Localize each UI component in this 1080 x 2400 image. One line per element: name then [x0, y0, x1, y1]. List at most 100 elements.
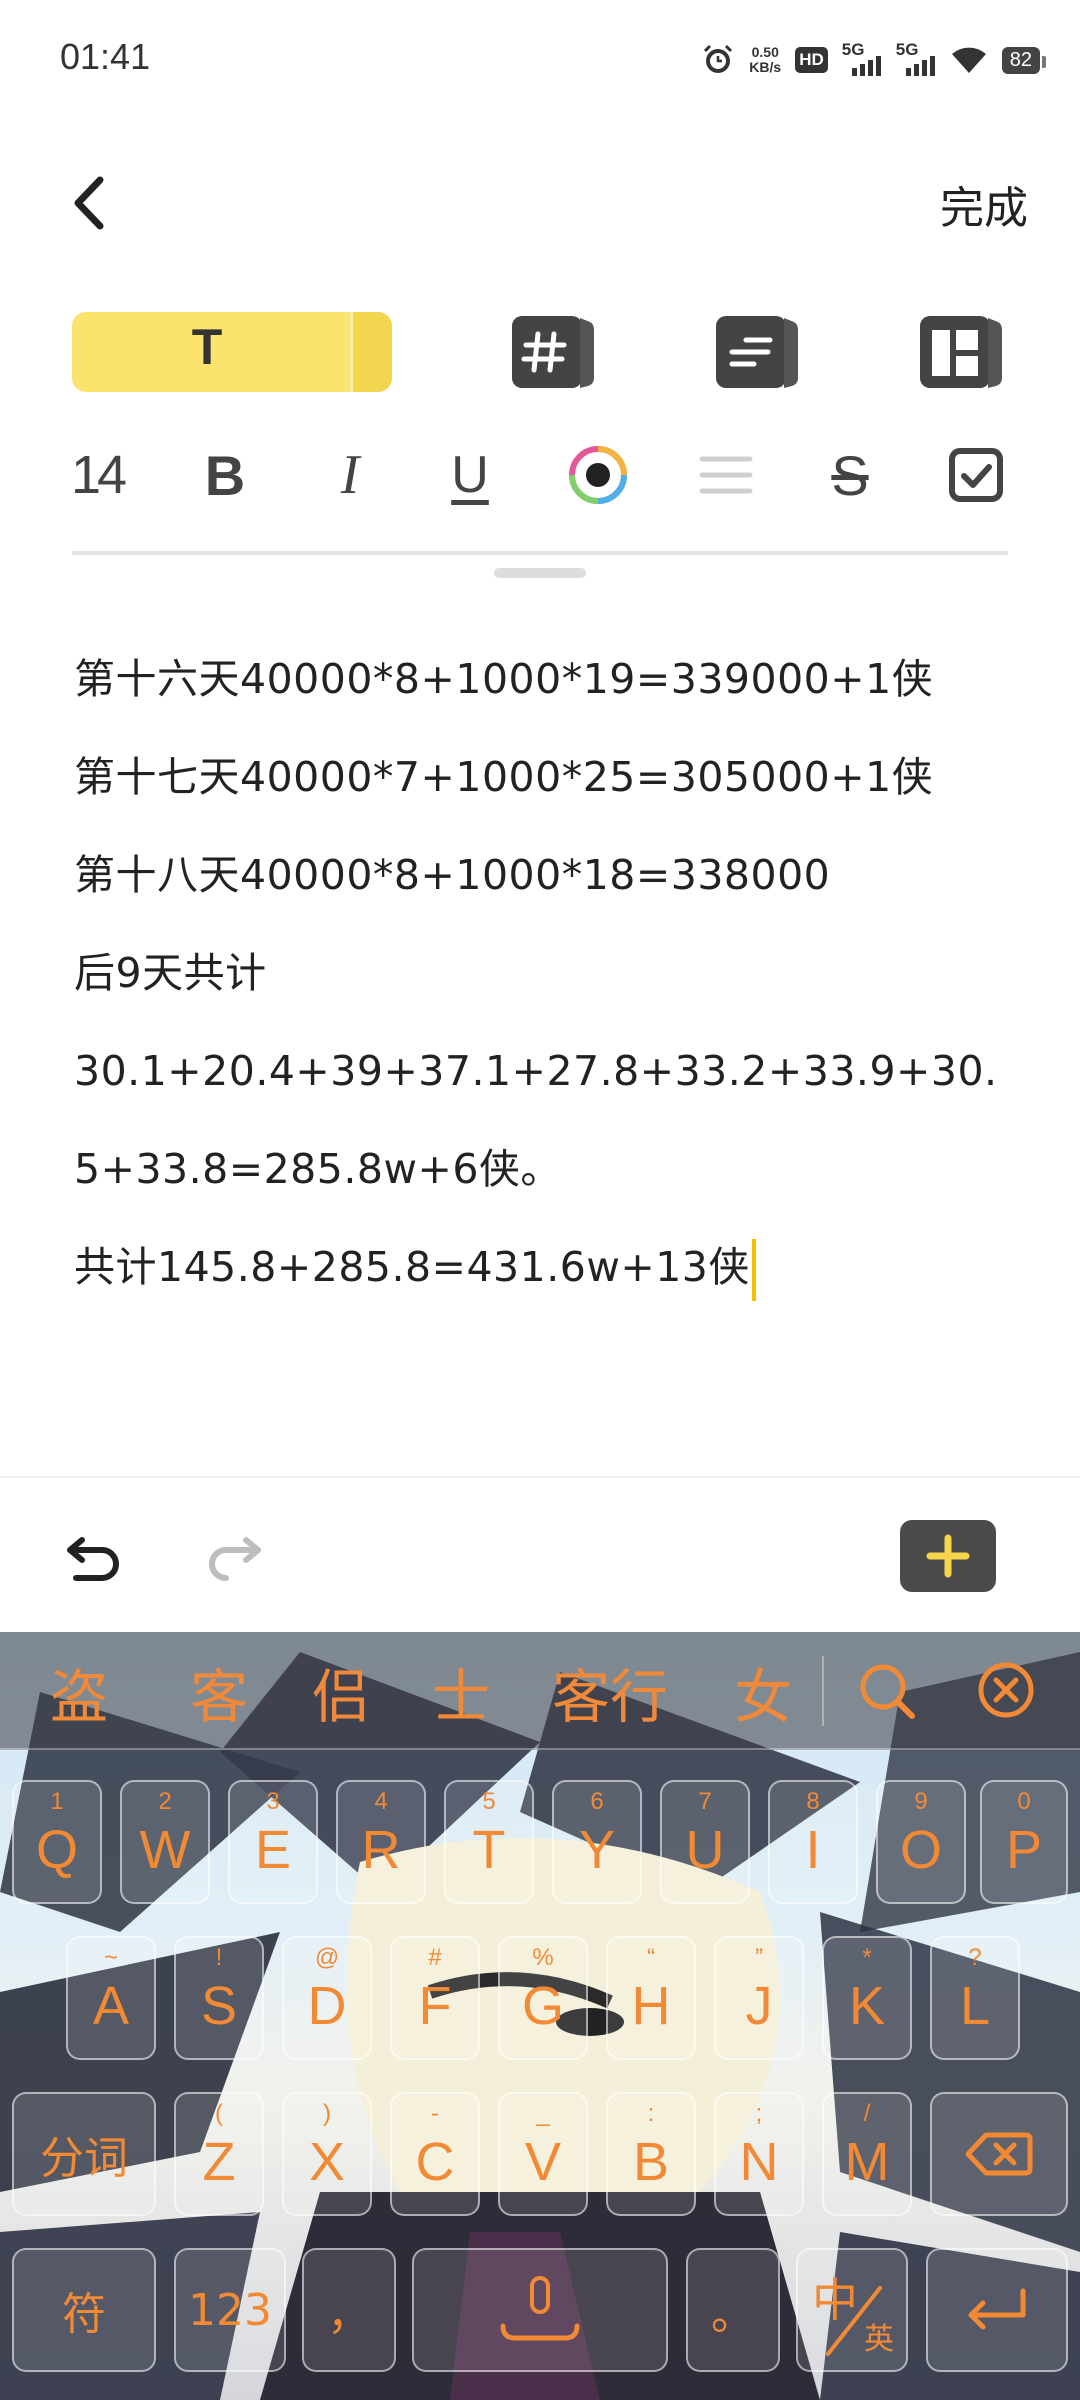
toolbar-divider [72, 551, 1008, 555]
alarm-icon [701, 43, 735, 77]
candidate-word[interactable]: 客 [190, 1650, 248, 1734]
back-button[interactable] [62, 168, 122, 238]
key-label: W [139, 1820, 191, 1880]
bold-button[interactable]: B [195, 430, 255, 520]
note-body[interactable]: 第十六天40000*8+1000*19=339000+1侠 第十七天40000*… [74, 630, 1014, 1316]
language-switch-key[interactable]: 中 英 [796, 2248, 908, 2372]
underline-button[interactable]: U [440, 430, 500, 520]
candidate-word[interactable]: 士 [432, 1650, 490, 1734]
key-q[interactable]: 1Q [12, 1780, 102, 1904]
key-a[interactable]: ~ A [66, 1936, 156, 2060]
key-sub: 2 [158, 1788, 172, 1815]
key-x[interactable]: ) X [282, 2092, 372, 2216]
close-circle-icon [978, 1662, 1034, 1718]
strikethrough-button[interactable]: S [818, 430, 882, 520]
keyboard-search-button[interactable] [856, 1660, 916, 1720]
space-key[interactable] [412, 2248, 668, 2372]
key-k[interactable]: * K [822, 1936, 912, 2060]
key-sub: - [431, 2100, 439, 2127]
key-m[interactable]: / M [822, 2092, 912, 2216]
tab-text-format[interactable]: T [72, 312, 392, 392]
key-r[interactable]: 4R [336, 1780, 426, 1904]
status-bar: 01:41 0.50 KB/s HD 5G 5G 82 [0, 0, 1080, 110]
text-tab-fold [350, 312, 392, 392]
font-size-button[interactable]: 14 [62, 430, 132, 520]
period-key[interactable]: 。 [686, 2248, 780, 2372]
note-line[interactable]: 第十八天40000*8+1000*18=338000 [74, 826, 1014, 924]
align-icon [699, 456, 753, 494]
key-label: T [472, 1820, 506, 1880]
tab-list[interactable] [714, 312, 800, 392]
key-label: 。 [711, 2289, 755, 2340]
note-line-last[interactable]: 共计145.8+285.8=431.6w+13侠 [74, 1218, 1014, 1316]
drag-handle[interactable] [494, 568, 586, 578]
enter-key[interactable] [926, 2248, 1068, 2372]
key-w[interactable]: 2W [120, 1780, 210, 1904]
undo-button[interactable] [62, 1526, 126, 1590]
text-cursor [751, 1239, 756, 1301]
key-label: K [848, 1976, 886, 2036]
backspace-key[interactable] [930, 2092, 1068, 2216]
signal-2: 5G [896, 40, 936, 78]
hashtag-tab-icon [512, 316, 594, 388]
checklist-button[interactable] [944, 430, 1008, 520]
key-sub: 1 [50, 1788, 64, 1815]
keyboard-close-button[interactable] [976, 1660, 1036, 1720]
key-sub: ! [215, 1944, 223, 1971]
candidate-word[interactable]: 客行 [552, 1650, 668, 1734]
key-sub: 4 [374, 1788, 388, 1815]
net-speed: 0.50 KB/s [749, 45, 781, 75]
done-button[interactable]: 完成 [940, 172, 1028, 236]
key-h[interactable]: “H [606, 1936, 696, 2060]
key-z[interactable]: (Z [174, 2092, 264, 2216]
key-f[interactable]: # F [390, 1936, 480, 2060]
tab-layout[interactable] [918, 312, 1004, 392]
comma-key[interactable]: ， [302, 2248, 396, 2372]
candidate-word[interactable]: 女 [734, 1650, 792, 1734]
italic-button[interactable]: I [320, 430, 380, 520]
key-b[interactable]: :B [606, 2092, 696, 2216]
key-label: O [899, 1820, 942, 1880]
key-sub: “ [647, 1944, 655, 1971]
align-button[interactable] [694, 430, 758, 520]
tab-hashtag[interactable] [510, 312, 596, 392]
key-sub: 7 [698, 1788, 712, 1815]
key-i[interactable]: 8I [768, 1780, 858, 1904]
key-c[interactable]: -C [390, 2092, 480, 2216]
key-d[interactable]: @ D [282, 1936, 372, 2060]
lang-sub: 英 [864, 2322, 894, 2357]
key-j[interactable]: ” J [714, 1936, 804, 2060]
numbers-key[interactable]: 123 [174, 2248, 286, 2372]
text-color-button[interactable] [566, 430, 630, 520]
key-t[interactable]: 5T [444, 1780, 534, 1904]
key-y[interactable]: 6Y [552, 1780, 642, 1904]
key-n[interactable]: ; N [714, 2092, 804, 2216]
key-l[interactable]: ? L [930, 1936, 1020, 2060]
key-sub: ? [968, 1944, 982, 1971]
keyboard: 盗 客 侣 士 客行 女 1Q 2W 3E 4R 5T 6Y 7U 8I 9O … [0, 1632, 1080, 2400]
add-button[interactable] [900, 1520, 996, 1592]
redo-button[interactable] [202, 1526, 266, 1590]
key-label: B [632, 2132, 670, 2192]
segment-key[interactable]: 分词 [12, 2092, 156, 2216]
key-g[interactable]: % G [498, 1936, 588, 2060]
key-v[interactable]: _ V [498, 2092, 588, 2216]
key-u[interactable]: 7U [660, 1780, 750, 1904]
key-s[interactable]: ! S [174, 1936, 264, 2060]
key-p[interactable]: 0P [980, 1780, 1068, 1904]
note-line[interactable]: 第十七天40000*7+1000*25=305000+1侠 [74, 728, 1014, 826]
net-speed-value: 0.50 [751, 44, 779, 60]
key-e[interactable]: 3E [228, 1780, 318, 1904]
note-line[interactable]: 30.1+20.4+39+37.1+27.8+33.2+33.9+30. [74, 1022, 1014, 1120]
candidate-word[interactable]: 侣 [312, 1650, 370, 1734]
key-label: ， [327, 2289, 371, 2340]
key-label: N [739, 2132, 779, 2192]
symbols-key[interactable]: 符 [12, 2248, 156, 2372]
note-line[interactable]: 5+33.8=285.8w+6侠。 [74, 1120, 1014, 1218]
key-o[interactable]: 9O [876, 1780, 966, 1904]
candidate-word[interactable]: 盗 [50, 1650, 108, 1734]
key-label: G [521, 1976, 564, 2036]
note-line[interactable]: 第十六天40000*8+1000*19=339000+1侠 [74, 630, 1014, 728]
note-line[interactable]: 后9天共计 [74, 924, 1014, 1022]
key-sub: ( [215, 2100, 223, 2127]
